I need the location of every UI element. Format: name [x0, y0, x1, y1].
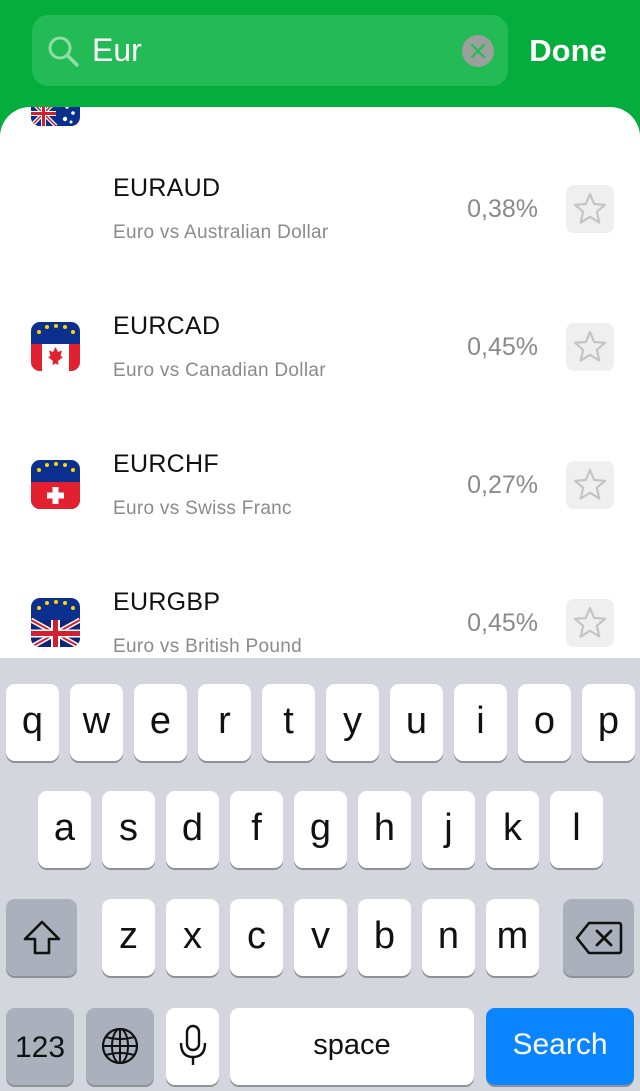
key-z[interactable]: z [102, 899, 155, 976]
key-e[interactable]: e [134, 684, 187, 761]
results-list: EURAUD Euro vs Australian Dollar 0,38% E… [0, 107, 640, 667]
backspace-icon [575, 921, 622, 955]
list-item[interactable]: EURCHF Euro vs Swiss Franc 0,27% [0, 276, 640, 519]
key-k[interactable]: k [486, 791, 539, 868]
star-icon [573, 606, 607, 638]
key-u[interactable]: u [390, 684, 443, 761]
key-v[interactable]: v [294, 899, 347, 976]
key-s[interactable]: s [102, 791, 155, 868]
key-h[interactable]: h [358, 791, 411, 868]
key-p[interactable]: p [582, 684, 635, 761]
microphone-icon [179, 1024, 206, 1065]
globe-icon [101, 1027, 139, 1065]
key-l[interactable]: l [550, 791, 603, 868]
backspace-key[interactable] [563, 899, 634, 976]
numbers-key[interactable]: 123 [6, 1008, 74, 1085]
key-d[interactable]: d [166, 791, 219, 868]
description-label: Euro vs British Pound [113, 636, 302, 657]
search-input[interactable] [92, 29, 452, 71]
key-g[interactable]: g [294, 791, 347, 868]
eur-gbp-flag-icon [31, 598, 80, 647]
key-t[interactable]: t [262, 684, 315, 761]
search-icon [48, 36, 79, 67]
space-key[interactable]: space [230, 1008, 474, 1085]
key-o[interactable]: o [518, 684, 571, 761]
key-r[interactable]: r [198, 684, 251, 761]
search-key[interactable]: Search [486, 1008, 634, 1085]
done-button[interactable]: Done [518, 26, 618, 76]
eur-aud-flag-icon [31, 107, 80, 126]
list-item[interactable]: EURGBP Euro vs British Pound 0,45% [0, 414, 640, 657]
key-b[interactable]: b [358, 899, 411, 976]
list-item[interactable]: EURAUD Euro vs Australian Dollar 0,38% [0, 107, 640, 243]
key-j[interactable]: j [422, 791, 475, 868]
key-q[interactable]: q [6, 684, 59, 761]
key-c[interactable]: c [230, 899, 283, 976]
key-w[interactable]: w [70, 684, 123, 761]
key-a[interactable]: a [38, 791, 91, 868]
globe-key[interactable] [86, 1008, 154, 1085]
search-bar[interactable] [32, 15, 508, 86]
key-f[interactable]: f [230, 791, 283, 868]
shift-key[interactable] [6, 899, 77, 976]
clear-search-icon[interactable] [461, 34, 495, 68]
spread-percent: 0,45% [467, 609, 538, 637]
dictation-key[interactable] [166, 1008, 219, 1085]
on-screen-keyboard: q w e r t y u i o p a s d f g h j k l z … [0, 658, 640, 1091]
key-n[interactable]: n [422, 899, 475, 976]
shift-arrow-icon [23, 920, 60, 955]
key-y[interactable]: y [326, 684, 379, 761]
key-x[interactable]: x [166, 899, 219, 976]
symbol-label: EURGBP [113, 588, 221, 616]
key-m[interactable]: m [486, 899, 539, 976]
list-item[interactable]: EURCAD Euro vs Canadian Dollar 0,45% [0, 138, 640, 381]
key-i[interactable]: i [454, 684, 507, 761]
favorite-button[interactable] [566, 599, 614, 647]
